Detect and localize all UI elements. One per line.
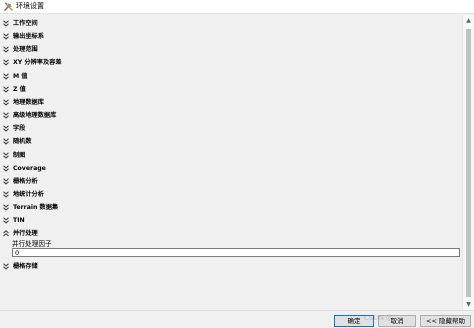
section-label: 栅格存储 — [13, 263, 38, 270]
double-chevron-down-icon — [3, 165, 9, 172]
section-row[interactable]: 地统计分析 — [3, 190, 44, 199]
ok-button[interactable]: 确定 — [334, 315, 374, 327]
parallel-factor-input[interactable] — [12, 248, 460, 257]
double-chevron-down-icon — [3, 217, 9, 224]
double-chevron-up-icon — [3, 230, 9, 237]
section-row[interactable]: Coverage — [3, 164, 46, 173]
section-label: 输出坐标系 — [13, 33, 44, 40]
double-chevron-down-icon — [3, 263, 9, 270]
double-chevron-down-icon — [3, 112, 9, 119]
section-row[interactable]: 地理数据库 — [3, 98, 44, 107]
section-label: Terrain 数据集 — [13, 204, 59, 211]
section-label: XY 分辨率及容差 — [13, 59, 62, 66]
section-row[interactable]: 字段 — [3, 124, 25, 133]
section-row[interactable]: 栅格存储 — [3, 262, 38, 271]
double-chevron-down-icon — [3, 152, 9, 159]
tools-icon — [4, 2, 13, 11]
section-row[interactable]: 制图 — [3, 151, 25, 160]
parallel-factor-label: 并行处理因子 — [12, 240, 52, 248]
section-label: TIN — [13, 217, 25, 224]
section-label: 制图 — [13, 152, 26, 159]
section-row[interactable]: 处理范围 — [3, 45, 38, 54]
section-label: 处理范围 — [13, 46, 38, 53]
double-chevron-down-icon — [3, 99, 9, 106]
section-row[interactable]: 栅格分析 — [3, 177, 38, 186]
double-chevron-down-icon — [3, 46, 9, 53]
window-title: 环境设置 — [16, 2, 44, 10]
double-chevron-down-icon — [3, 191, 9, 198]
double-chevron-down-icon — [3, 20, 9, 27]
section-label: 栅格分析 — [13, 178, 38, 185]
section-row[interactable]: Terrain 数据集 — [3, 203, 58, 212]
section-row[interactable]: 高级地理数据库 — [3, 111, 56, 120]
section-label: Coverage — [13, 165, 46, 172]
section-row[interactable]: XY 分辨率及容差 — [3, 58, 62, 67]
vertical-scrollbar[interactable]: ▲ ▼ — [462, 15, 474, 310]
title-bar: 环境设置 — [0, 0, 474, 14]
section-row[interactable]: M 值 — [3, 72, 28, 81]
section-row[interactable]: Z 值 — [3, 85, 26, 94]
section-label: M 值 — [13, 73, 28, 80]
double-chevron-down-icon — [3, 73, 9, 80]
scroll-thumb[interactable] — [466, 29, 471, 297]
double-chevron-down-icon — [3, 178, 9, 185]
section-row[interactable]: 随机数 — [3, 137, 32, 146]
section-row[interactable]: 工作空间 — [3, 19, 38, 28]
cancel-button[interactable]: 取消 — [378, 315, 416, 327]
scroll-down-icon[interactable]: ▼ — [465, 301, 472, 308]
section-row[interactable]: 并行处理 — [3, 229, 38, 238]
double-chevron-down-icon — [3, 125, 9, 132]
section-row[interactable]: 输出坐标系 — [3, 32, 44, 41]
section-label: 地统计分析 — [13, 191, 44, 198]
double-chevron-down-icon — [3, 59, 9, 66]
section-label: 地理数据库 — [13, 99, 44, 106]
section-row[interactable]: TIN — [3, 216, 25, 225]
section-label: 随机数 — [13, 138, 32, 145]
settings-panel — [0, 15, 462, 310]
section-label: 工作空间 — [13, 20, 38, 27]
double-chevron-down-icon — [3, 33, 9, 40]
section-label: 字段 — [13, 125, 26, 132]
section-label: 并行处理 — [13, 230, 38, 237]
hide-help-button[interactable]: << 隐藏帮助 — [420, 315, 471, 327]
double-chevron-down-icon — [3, 204, 9, 211]
scroll-up-icon[interactable]: ▲ — [465, 17, 472, 24]
double-chevron-down-icon — [3, 138, 9, 145]
section-label: Z 值 — [13, 86, 26, 93]
section-label: 高级地理数据库 — [13, 112, 57, 119]
double-chevron-down-icon — [3, 86, 9, 93]
